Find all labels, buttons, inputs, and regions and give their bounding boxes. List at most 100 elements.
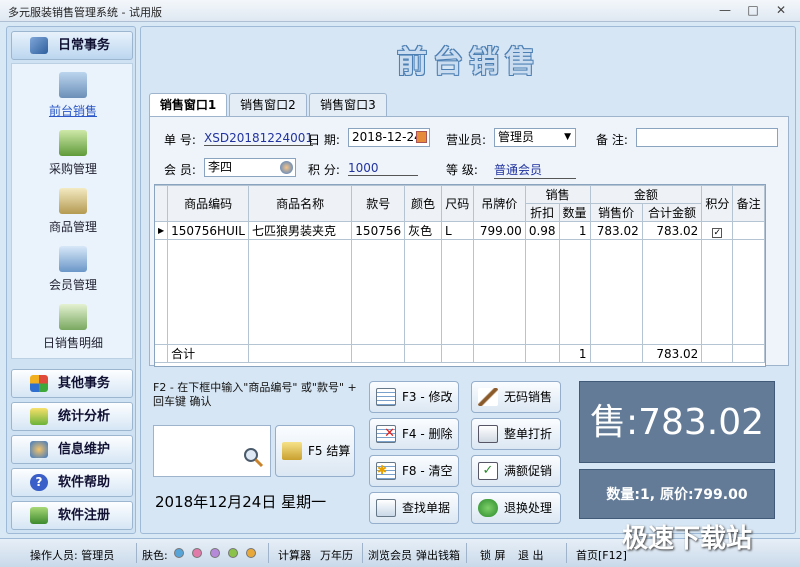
refund-button[interactable]: 退换处理 bbox=[471, 492, 561, 524]
cell-points[interactable]: ✓ bbox=[701, 221, 734, 240]
staff-select[interactable]: 管理员 ▼ bbox=[494, 128, 576, 147]
cell-total[interactable]: 783.02 bbox=[641, 221, 703, 240]
tab-sale-window-2[interactable]: 销售窗口2 bbox=[229, 93, 307, 117]
sidebar-help-header[interactable]: ? 软件帮助 bbox=[11, 468, 133, 497]
date-value: 2018-12-24 bbox=[352, 130, 422, 144]
member-search-icon[interactable] bbox=[280, 161, 293, 174]
note-label: 备 注: bbox=[596, 133, 628, 147]
sale-panel: 单 号: XSD20181224001 日 期: 2018-12-24 营业员:… bbox=[149, 116, 789, 367]
sidebar-item-label: 前台销售 bbox=[48, 104, 97, 118]
sidebar-items: 前台销售 采购管理 商品管理 会员管理 日销售明细 bbox=[11, 63, 133, 359]
sales-grid[interactable]: 商品编码 商品名称 款号 颜色 尺码 吊牌价 销售 金额 积分 备注 折扣 数量… bbox=[154, 184, 766, 367]
no-code-sale-button[interactable]: 无码销售 bbox=[471, 381, 561, 413]
cell-code[interactable]: 150756HUIL bbox=[167, 221, 249, 240]
edit-icon bbox=[376, 388, 396, 406]
calculator-link[interactable]: 计算器 bbox=[278, 547, 311, 563]
sidebar-stats-label: 统计分析 bbox=[58, 409, 111, 424]
promotion-button[interactable]: ✓ 满额促销 bbox=[471, 455, 561, 487]
sidebar-stats-header[interactable]: 统计分析 bbox=[11, 402, 133, 431]
skin-color-pink[interactable] bbox=[192, 548, 202, 558]
sidebar-item-goods[interactable]: 商品管理 bbox=[12, 188, 134, 235]
col-sale-group: 销售 bbox=[524, 185, 591, 204]
points-checkbox[interactable]: ✓ bbox=[712, 227, 723, 238]
main-panel: 前台销售 销售窗口1 销售窗口2 销售窗口3 单 号: XSD201812240… bbox=[140, 26, 796, 534]
exit-link[interactable]: 退 出 bbox=[518, 547, 544, 563]
clear-button[interactable]: ✱ F8 - 清空 bbox=[369, 455, 459, 487]
cell-discount[interactable]: 0.98 bbox=[524, 221, 560, 240]
col-color[interactable]: 颜色 bbox=[404, 185, 442, 222]
note-input[interactable] bbox=[636, 128, 778, 147]
computer-icon bbox=[59, 72, 87, 98]
table-row[interactable]: ▶ 150756HUIL 七匹狼男装夹克 150756 灰色 L 799.00 … bbox=[155, 221, 765, 240]
col-discount[interactable]: 折扣 bbox=[524, 203, 560, 222]
col-note[interactable]: 备注 bbox=[732, 185, 765, 222]
sidebar-item-front-sales[interactable]: 前台销售 bbox=[12, 72, 134, 119]
clear-icon: ✱ bbox=[376, 462, 396, 480]
sidebar-daily-header[interactable]: 日常事务 bbox=[11, 31, 133, 60]
whole-discount-button[interactable]: 整单打折 bbox=[471, 418, 561, 450]
sidebar-item-daily-detail[interactable]: 日销售明细 bbox=[12, 304, 134, 351]
sidebar-item-members[interactable]: 会员管理 bbox=[12, 246, 134, 293]
sidebar-other-header[interactable]: 其他事务 bbox=[11, 369, 133, 398]
cell-name[interactable]: 七匹狼男装夹克 bbox=[247, 221, 353, 240]
sidebar-item-purchase[interactable]: 采购管理 bbox=[12, 130, 134, 177]
tab-sale-window-1[interactable]: 销售窗口1 bbox=[149, 93, 227, 118]
row-indicator-header bbox=[155, 185, 169, 222]
date-field[interactable]: 2018-12-24 bbox=[348, 128, 430, 147]
col-style[interactable]: 款号 bbox=[351, 185, 406, 222]
member-input[interactable]: 李四 bbox=[204, 158, 296, 177]
col-name[interactable]: 商品名称 bbox=[247, 185, 353, 222]
member-label: 会 员: bbox=[164, 163, 196, 177]
skin-color-green[interactable] bbox=[228, 548, 238, 558]
col-qty[interactable]: 数量 bbox=[558, 203, 591, 222]
sidebar-info-header[interactable]: 信息维护 bbox=[11, 435, 133, 464]
skin-color-purple[interactable] bbox=[210, 548, 220, 558]
checklist-icon: ✓ bbox=[478, 462, 498, 480]
divider bbox=[136, 543, 137, 563]
browse-members-link[interactable]: 浏览会员 bbox=[368, 547, 412, 563]
close-button[interactable]: ✕ bbox=[768, 1, 794, 19]
settle-button[interactable]: F5 结算 bbox=[275, 425, 355, 477]
minimize-button[interactable]: — bbox=[712, 1, 738, 19]
cell-size[interactable]: L bbox=[440, 221, 474, 240]
level-label: 等 级: bbox=[446, 163, 478, 177]
refund-label: 退换处理 bbox=[504, 501, 553, 515]
product-code-input[interactable] bbox=[153, 425, 271, 477]
sidebar-reg-header[interactable]: 软件注册 bbox=[11, 501, 133, 530]
col-total[interactable]: 合计金额 bbox=[641, 203, 703, 222]
divider bbox=[566, 543, 567, 563]
cash-drawer-link[interactable]: 弹出钱箱 bbox=[416, 547, 460, 563]
skin-color-blue[interactable] bbox=[174, 548, 184, 558]
col-size[interactable]: 尺码 bbox=[440, 185, 474, 222]
calendar-link[interactable]: 万年历 bbox=[320, 547, 353, 563]
cell-tag-price[interactable]: 799.00 bbox=[472, 221, 526, 240]
sidebar-daily-label: 日常事务 bbox=[58, 38, 111, 53]
cell-note[interactable] bbox=[732, 221, 765, 240]
date-label: 日 期: bbox=[308, 133, 340, 147]
tab-sale-window-3[interactable]: 销售窗口3 bbox=[309, 93, 387, 117]
sidebar: 日常事务 前台销售 采购管理 商品管理 会员管理 日销售明细 其他事务 统计分析… bbox=[6, 26, 136, 534]
clear-label: F8 - 清空 bbox=[402, 464, 453, 478]
calendar-icon[interactable] bbox=[416, 131, 427, 143]
skin-color-orange[interactable] bbox=[246, 548, 256, 558]
refund-icon bbox=[478, 499, 498, 517]
footer-qty: 1 bbox=[558, 344, 591, 363]
home-link[interactable]: 首页[F12] bbox=[576, 547, 627, 563]
whole-discount-label: 整单打折 bbox=[504, 427, 553, 441]
edit-button[interactable]: F3 - 修改 bbox=[369, 381, 459, 413]
stats-icon bbox=[30, 408, 48, 425]
col-unit-price[interactable]: 销售价 bbox=[589, 203, 643, 222]
cell-style[interactable]: 150756 bbox=[351, 221, 406, 240]
delete-button[interactable]: ✕ F4 - 删除 bbox=[369, 418, 459, 450]
cell-color[interactable]: 灰色 bbox=[404, 221, 442, 240]
col-points[interactable]: 积分 bbox=[701, 185, 734, 222]
sales-table: 商品编码 商品名称 款号 颜色 尺码 吊牌价 销售 金额 积分 备注 折扣 数量… bbox=[155, 185, 765, 363]
col-code[interactable]: 商品编码 bbox=[167, 185, 249, 222]
find-order-button[interactable]: 查找单据 bbox=[369, 492, 459, 524]
footer-total: 783.02 bbox=[641, 344, 703, 363]
cell-unit-price[interactable]: 783.02 bbox=[589, 221, 643, 240]
cell-qty[interactable]: 1 bbox=[558, 221, 591, 240]
lock-screen-link[interactable]: 锁 屏 bbox=[480, 547, 506, 563]
col-tag-price[interactable]: 吊牌价 bbox=[472, 185, 526, 222]
maximize-button[interactable]: □ bbox=[740, 1, 766, 19]
